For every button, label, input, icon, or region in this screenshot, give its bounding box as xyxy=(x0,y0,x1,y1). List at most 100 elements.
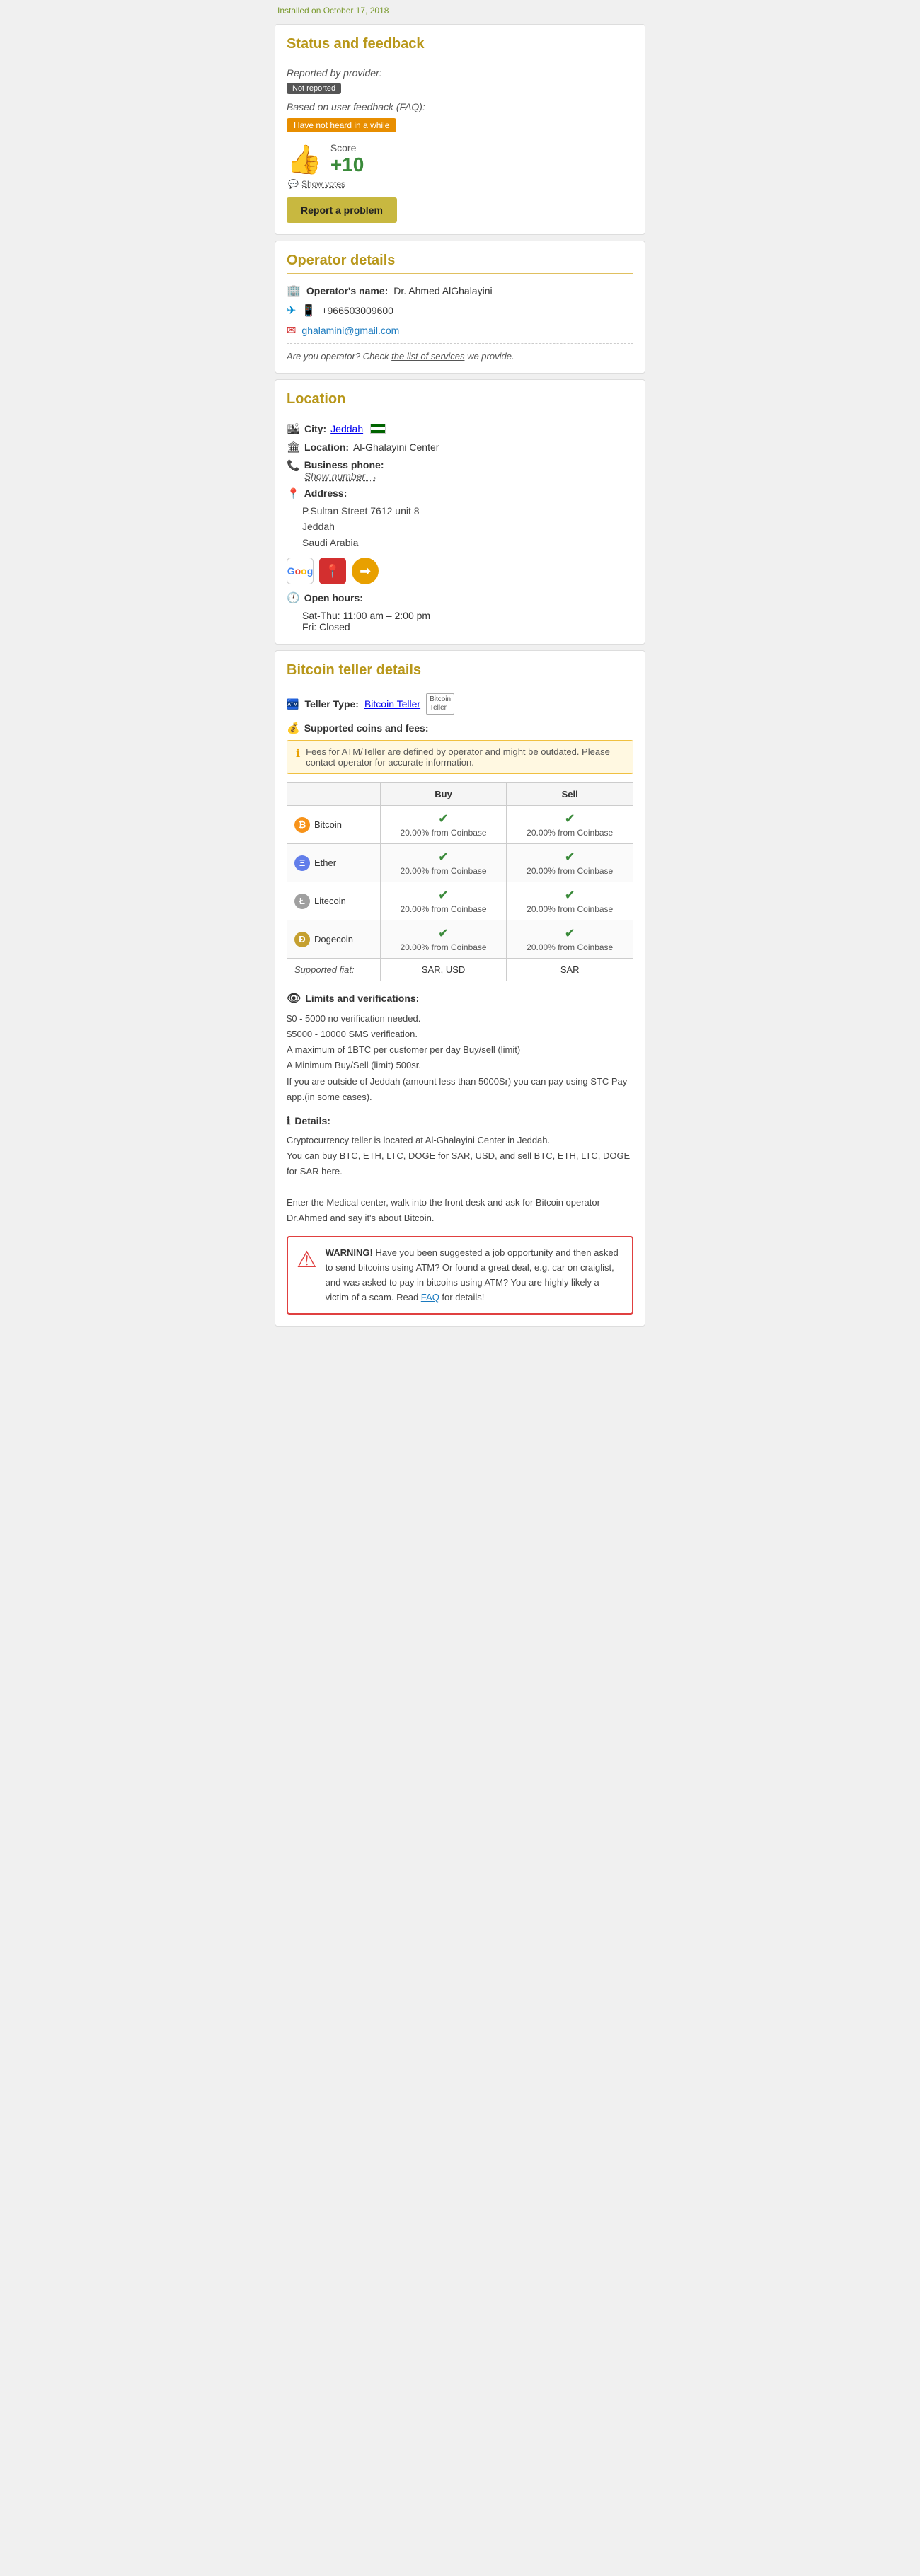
address-block: P.Sultan Street 7612 unit 8 Jeddah Saudi… xyxy=(302,503,633,550)
reported-label: Reported by provider: xyxy=(287,67,633,79)
buy-fee: 20.00% from Coinbase xyxy=(388,904,500,914)
services-link[interactable]: the list of services xyxy=(391,351,464,362)
coins-icon: 💰 xyxy=(287,722,300,734)
teller-type-link[interactable]: Bitcoin Teller xyxy=(364,698,420,710)
score-row: 👍 Score +10 xyxy=(287,142,633,176)
installed-date: Installed on October 17, 2018 xyxy=(269,0,651,18)
status-feedback-card: Status and feedback Reported by provider… xyxy=(275,24,645,235)
sell-cell: ✔ 20.00% from Coinbase xyxy=(507,920,633,959)
coin-label: Ether xyxy=(314,857,336,868)
buy-fee: 20.00% from Coinbase xyxy=(388,828,500,838)
not-reported-badge: Not reported xyxy=(287,83,341,94)
operator-phone-value: +966503009600 xyxy=(321,305,393,316)
buy-fee: 20.00% from Coinbase xyxy=(388,942,500,952)
sell-check-icon: ✔ xyxy=(565,888,575,902)
location-card: Location 🏙 City: Jeddah 🏛 Location: Al-G… xyxy=(275,379,645,645)
buy-cell: ✔ 20.00% from Coinbase xyxy=(380,806,507,844)
eth-icon: Ξ xyxy=(294,855,310,871)
fiat-buy: SAR, USD xyxy=(380,959,507,981)
buy-cell: ✔ 20.00% from Coinbase xyxy=(380,844,507,882)
thumbs-up-icon: 👍 xyxy=(287,143,322,176)
limit-item: $5000 - 10000 SMS verification. xyxy=(287,1027,633,1042)
heard-badge: Have not heard in a while xyxy=(287,118,396,132)
teller-type-icon: 🏧 xyxy=(287,698,299,710)
report-problem-button[interactable]: Report a problem xyxy=(287,197,397,223)
warning-box: ⚠ WARNING! Have you been suggested a job… xyxy=(287,1236,633,1315)
google-maps-icon[interactable]: Goog xyxy=(287,558,314,584)
table-row: Ð Dogecoin ✔ 20.00% from Coinbase ✔ 20.0… xyxy=(287,920,633,959)
sell-fee: 20.00% from Coinbase xyxy=(514,904,626,914)
details-text: Cryptocurrency teller is located at Al-G… xyxy=(287,1133,633,1227)
buy-cell: ✔ 20.00% from Coinbase xyxy=(380,920,507,959)
show-votes-link[interactable]: Show votes xyxy=(301,179,345,189)
location-row: 🏛 Location: Al-Ghalayini Center xyxy=(287,441,633,454)
location-title: Location xyxy=(287,391,633,412)
coins-table: Buy Sell ₿ Bitcoin ✔ 20.00% from Coinbas… xyxy=(287,782,633,981)
score-value: +10 xyxy=(330,154,364,176)
supported-coins-row: 💰 Supported coins and fees: xyxy=(287,722,633,734)
table-row: Ξ Ether ✔ 20.00% from Coinbase ✔ 20.00% … xyxy=(287,844,633,882)
coin-name-cell: Ξ Ether xyxy=(294,855,373,871)
address-line2: Jeddah xyxy=(302,519,633,534)
coin-label: Dogecoin xyxy=(314,934,353,945)
phone-icon: 📞 xyxy=(287,459,300,472)
city-label: City: xyxy=(304,423,326,434)
limits-section: 👁 Limits and verifications: $0 - 5000 no… xyxy=(287,991,633,1105)
address-line1: P.Sultan Street 7612 unit 8 xyxy=(302,503,633,519)
address-label: Address: xyxy=(304,487,347,499)
operator-name-label: Operator's name: xyxy=(306,285,388,296)
sell-check-icon: ✔ xyxy=(565,926,575,940)
fiat-sell: SAR xyxy=(507,959,633,981)
table-row: Ł Litecoin ✔ 20.00% from Coinbase ✔ 20.0… xyxy=(287,882,633,920)
limit-item: A maximum of 1BTC per customer per day B… xyxy=(287,1042,633,1058)
location-value: Al-Ghalayini Center xyxy=(353,441,439,453)
sell-check-icon: ✔ xyxy=(565,812,575,826)
open-hours-label: Open hours: xyxy=(304,592,363,603)
details-header: ℹ Details: xyxy=(287,1115,633,1127)
warning-text: WARNING! Have you been suggested a job o… xyxy=(326,1246,623,1305)
sell-fee: 20.00% from Coinbase xyxy=(514,942,626,952)
buy-check-icon: ✔ xyxy=(438,850,449,864)
score-label: Score xyxy=(330,142,364,154)
operator-email-row: ✉ ghalamini@gmail.com xyxy=(287,323,633,337)
sell-fee: 20.00% from Coinbase xyxy=(514,866,626,876)
operator-email-link[interactable]: ghalamini@gmail.com xyxy=(301,325,399,336)
bitcoin-teller-title: Bitcoin teller details xyxy=(287,662,633,683)
sell-check-icon: ✔ xyxy=(565,850,575,864)
warning-triangle-icon: ⚠ xyxy=(297,1246,317,1273)
supported-coins-label: Supported coins and fees: xyxy=(304,722,429,734)
col-coin xyxy=(287,783,381,806)
limits-text: $0 - 5000 no verification needed.$5000 -… xyxy=(287,1011,633,1105)
show-number-link[interactable]: Show number → xyxy=(304,470,378,482)
bitcoin-teller-card: Bitcoin teller details 🏧 Teller Type: Bi… xyxy=(275,650,645,1327)
directions-icon[interactable]: ➡ xyxy=(352,558,379,584)
buy-check-icon: ✔ xyxy=(438,926,449,940)
teller-type-row: 🏧 Teller Type: Bitcoin Teller BitcoinTel… xyxy=(287,693,633,715)
details-icon: ℹ xyxy=(287,1115,290,1127)
maps-pin-icon[interactable]: 📍 xyxy=(319,558,346,584)
coin-label: Bitcoin xyxy=(314,819,342,830)
buy-fee: 20.00% from Coinbase xyxy=(388,866,500,876)
address-row: 📍 Address: xyxy=(287,487,633,500)
table-row: ₿ Bitcoin ✔ 20.00% from Coinbase ✔ 20.00… xyxy=(287,806,633,844)
faq-link[interactable]: FAQ xyxy=(421,1292,439,1303)
limits-header-text: Limits and verifications: xyxy=(305,993,419,1004)
coin-name-cell: Ł Litecoin xyxy=(294,894,373,909)
col-buy: Buy xyxy=(380,783,507,806)
fiat-row: Supported fiat: SAR, USD SAR xyxy=(287,959,633,981)
fee-warning-text: Fees for ATM/Teller are defined by opera… xyxy=(306,746,624,768)
doge-icon: Ð xyxy=(294,932,310,947)
operator-details-card: Operator details 🏢 Operator's name: Dr. … xyxy=(275,241,645,374)
address-line3: Saudi Arabia xyxy=(302,535,633,550)
detail-item: Enter the Medical center, walk into the … xyxy=(287,1195,633,1226)
buy-cell: ✔ 20.00% from Coinbase xyxy=(380,882,507,920)
col-sell: Sell xyxy=(507,783,633,806)
show-votes-row: 💬 Show votes xyxy=(288,179,633,189)
phone-label: Business phone: xyxy=(304,459,384,470)
limit-item: $0 - 5000 no verification needed. xyxy=(287,1011,633,1027)
city-link[interactable]: Jeddah xyxy=(330,423,363,434)
ltc-icon: Ł xyxy=(294,894,310,909)
fee-warning-box: ℹ Fees for ATM/Teller are defined by ope… xyxy=(287,740,633,774)
telegram-icon: ✈ xyxy=(287,304,296,318)
sell-cell: ✔ 20.00% from Coinbase xyxy=(507,844,633,882)
